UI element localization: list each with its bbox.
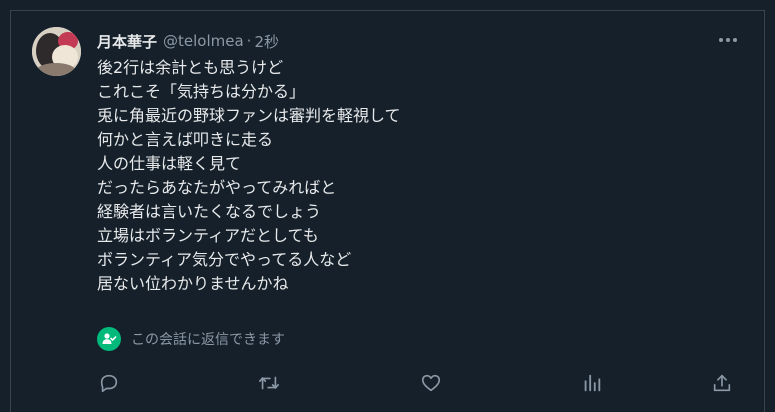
reply-permission-text: この会話に返信できます [131,332,285,348]
tweet-header: 月本華子 @telolmea · 2秒 [97,30,279,52]
reply-permission-badge [97,327,121,351]
share-icon [713,374,731,392]
reply-button[interactable] [96,370,122,396]
tweet-line: 人の仕事は軽く見て [97,154,242,173]
tweet-line: 居ない位わかりませんかね [97,274,289,293]
tweet-line: これこそ「気持ちは分かる」 [97,82,306,101]
action-bar [0,370,775,398]
views-button[interactable] [579,370,605,396]
timestamp[interactable]: 2秒 [254,31,279,52]
tweet-line: 後2行は余計とも思うけど [97,58,284,77]
retweet-icon [259,376,279,390]
reply-icon [100,374,118,393]
share-button[interactable] [709,370,735,396]
user-handle[interactable]: @telolmea [163,32,244,50]
avatar-image [32,27,81,76]
separator-dot: · [246,32,252,50]
like-icon [421,374,441,392]
display-name[interactable]: 月本華子 [97,31,157,52]
tweet-line: 立場はボランティアだとしても [97,226,319,245]
avatar[interactable] [32,27,81,76]
retweet-button[interactable] [256,370,282,396]
tweet-text: 後2行は余計とも思うけど これこそ「気持ちは分かる」 兎に角最近の野球ファンは審… [97,56,737,296]
person-check-icon [102,333,117,344]
reply-permission-notice: この会話に返信できます [97,326,285,352]
tweet-line: だったらあなたがやってみればと [97,178,337,197]
more-options-button[interactable] [714,29,742,51]
more-icon [719,38,737,42]
tweet-line: 経験者は言いたくなるでしょう [97,202,322,221]
tweet-line: 何かと言えば叩きに走る [97,130,274,149]
tweet-line: 兎に角最近の野球ファンは審判を軽視して [97,106,401,125]
tweet-line: ボランティア気分でやってる人など [97,250,352,269]
views-icon [584,374,601,392]
like-button[interactable] [418,370,444,396]
